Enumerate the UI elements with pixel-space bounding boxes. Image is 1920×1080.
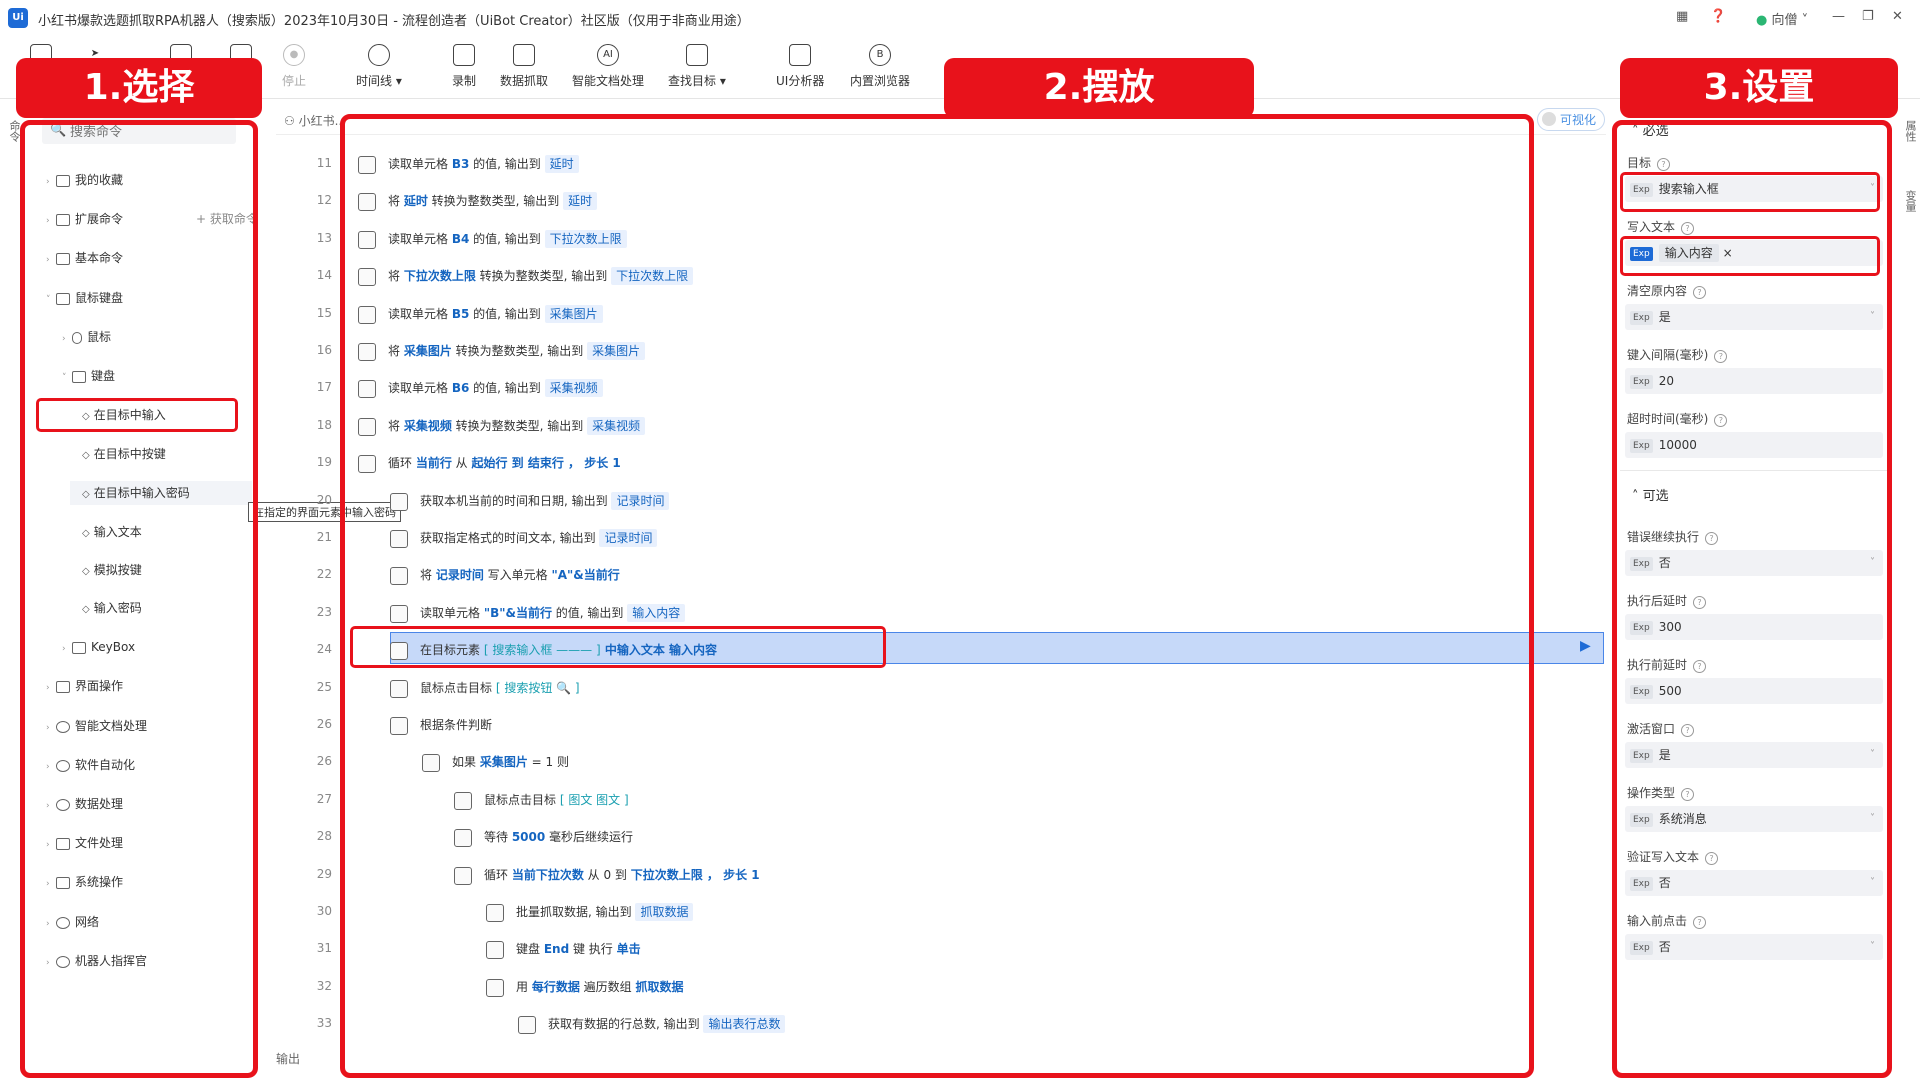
window-title: 小红书爆款选题抓取RPA机器人（搜索版）2023年10月30日 - 流程创造者（… xyxy=(38,14,750,29)
output-tab[interactable]: 输出 xyxy=(276,1050,300,1067)
visualization-toggle[interactable]: 可视化 xyxy=(1537,108,1606,131)
select-annotation-box xyxy=(20,120,258,1078)
right-side-tab-variables[interactable]: 变量 xyxy=(1902,190,1918,212)
line-number: 16 xyxy=(316,343,332,357)
line-number: 24 xyxy=(316,642,332,656)
clock-icon xyxy=(367,44,390,66)
line-number: 21 xyxy=(316,530,332,544)
line-number: 33 xyxy=(316,1016,332,1030)
builtin-browser-button[interactable]: B 内置浏览器 xyxy=(850,44,910,89)
find-target-icon xyxy=(685,44,708,66)
line-number: 32 xyxy=(316,979,332,993)
line-number: 13 xyxy=(316,231,332,245)
find-target-button[interactable]: 查找目标 ▾ xyxy=(668,44,726,89)
select-annotation-label: 1.选择 xyxy=(16,58,262,118)
idp-button[interactable]: AI 智能文档处理 xyxy=(572,44,644,89)
restore-icon[interactable]: ❐ xyxy=(1862,9,1874,24)
line-number: 14 xyxy=(316,268,332,282)
target-field-highlight xyxy=(1620,172,1880,212)
stop-button[interactable]: ● 停止 xyxy=(282,44,306,89)
user-name: 向僧 xyxy=(1771,13,1798,28)
line-number: 18 xyxy=(316,418,332,432)
help-icon[interactable]: ❓ xyxy=(1710,9,1726,24)
stop-icon: ● xyxy=(283,44,305,66)
line-number: 27 xyxy=(316,792,332,806)
settings-annotation-label: 3.设置 xyxy=(1620,58,1898,118)
line-number: 28 xyxy=(316,829,332,843)
line-number: 12 xyxy=(316,193,332,207)
line-number: 31 xyxy=(316,941,332,955)
selected-command-highlight xyxy=(36,398,238,432)
flow-icon: ⚇ xyxy=(284,114,295,128)
user-menu[interactable]: ● 向僧 ˅ xyxy=(1756,9,1808,28)
line-number: 26 xyxy=(316,717,332,731)
minimize-icon[interactable]: — xyxy=(1832,9,1845,24)
data-scrape-button[interactable]: 数据抓取 xyxy=(500,44,548,89)
right-side-tab-properties[interactable]: 属性 xyxy=(1902,120,1918,142)
line-number: 17 xyxy=(316,380,332,394)
close-icon[interactable]: ✕ xyxy=(1892,9,1903,24)
scrape-icon xyxy=(513,44,535,66)
editor-tab[interactable]: ⚇ 小红书... xyxy=(284,112,346,129)
placed-row-highlight xyxy=(350,626,886,668)
line-number: 23 xyxy=(316,605,332,619)
online-status-icon: ● xyxy=(1756,13,1768,28)
browser-icon: B xyxy=(869,44,891,66)
line-number: 22 xyxy=(316,567,332,581)
ui-analyzer-icon xyxy=(789,44,812,66)
record-button[interactable]: 录制 xyxy=(452,44,476,89)
write-text-field-highlight xyxy=(1620,236,1880,276)
ai-icon: AI xyxy=(597,44,619,66)
title-bar: Ui 小红书爆款选题抓取RPA机器人（搜索版）2023年10月30日 - 流程创… xyxy=(0,0,1920,37)
line-number: 30 xyxy=(316,904,332,918)
line-number: 15 xyxy=(316,306,332,320)
place-annotation-box xyxy=(340,114,1534,1078)
timeline-button[interactable]: 时间线 ▾ xyxy=(356,44,402,89)
app-logo-icon: Ui xyxy=(8,8,28,28)
line-number: 26 xyxy=(316,754,332,768)
line-number: 20 xyxy=(316,493,332,507)
record-icon xyxy=(453,44,475,66)
grid-icon[interactable]: ▦ xyxy=(1676,9,1688,24)
line-number: 19 xyxy=(316,455,332,469)
place-annotation-label: 2.摆放 xyxy=(944,58,1254,118)
line-number: 29 xyxy=(316,867,332,881)
line-number: 25 xyxy=(316,680,332,694)
play-icon[interactable]: ▶ xyxy=(1580,638,1591,654)
ui-analyzer-button[interactable]: UI分析器 xyxy=(776,44,824,89)
line-number: 11 xyxy=(316,156,332,170)
